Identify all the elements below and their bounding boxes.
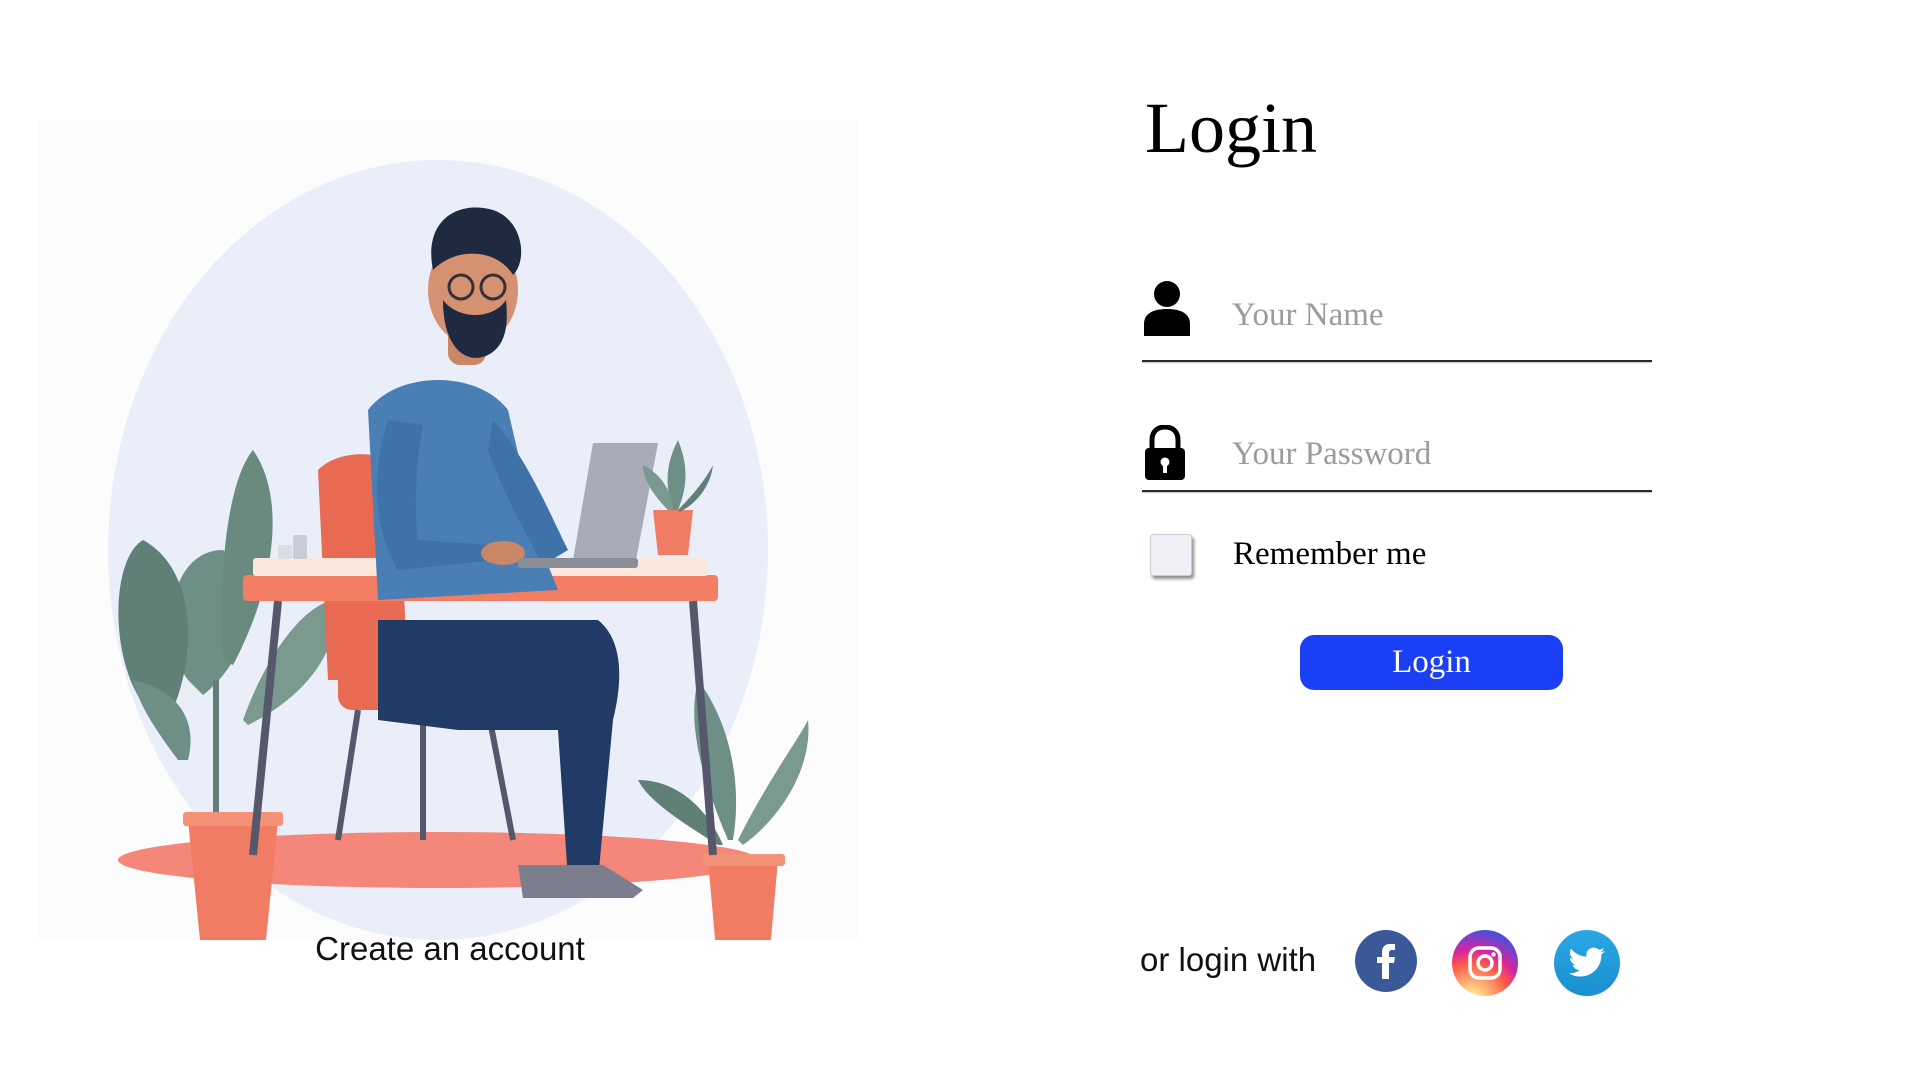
password-input[interactable] [1232,432,1642,476]
illustration-person-at-desk [38,120,858,940]
remember-me-checkbox[interactable] [1150,534,1192,576]
password-field [1142,418,1652,498]
twitter-login-button[interactable] [1554,930,1620,996]
remember-me: Remember me [1150,532,1550,576]
instagram-login-button[interactable] [1452,930,1518,996]
lock-icon [1142,424,1188,486]
facebook-login-button[interactable] [1355,930,1417,992]
login-button[interactable]: Login [1300,635,1563,690]
instagram-icon [1452,930,1518,996]
facebook-icon [1355,930,1417,992]
social-login-prompt: or login with [1140,941,1317,978]
create-account-link[interactable]: Create an account [270,930,630,968]
name-input[interactable] [1232,293,1642,337]
social-login: or login with [1140,930,1660,1000]
remember-me-label: Remember me [1233,536,1427,572]
twitter-icon [1554,930,1620,996]
user-icon [1142,280,1192,341]
name-field [1142,275,1652,365]
name-underline [1142,360,1652,362]
page-title: Login [1145,88,1317,168]
password-underline [1142,490,1652,492]
